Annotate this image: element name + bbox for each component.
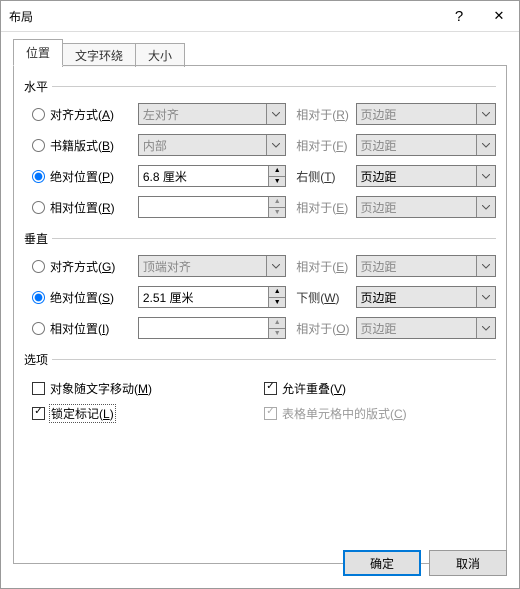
v-align-rel-combo[interactable]: 页边距 bbox=[356, 255, 496, 277]
v-align-label: 对齐方式(G) bbox=[50, 258, 115, 275]
v-rel-label: 相对位置(I) bbox=[50, 320, 109, 337]
section-options-label: 选项 bbox=[24, 351, 48, 368]
v-abs-rel-combo[interactable]: 页边距 bbox=[356, 286, 496, 308]
checkbox-icon bbox=[32, 382, 45, 395]
tab-size[interactable]: 大小 bbox=[135, 43, 185, 67]
v-rel-radio-input[interactable] bbox=[32, 322, 45, 335]
v-align-radio[interactable]: 对齐方式(G) bbox=[24, 258, 138, 275]
section-options: 选项 bbox=[24, 351, 496, 368]
spinner-buttons[interactable]: ▲▼ bbox=[268, 318, 285, 338]
h-rel-label: 相对位置(R) bbox=[50, 199, 115, 216]
h-book-radio-input[interactable] bbox=[32, 139, 45, 152]
section-horizontal: 水平 bbox=[24, 78, 496, 95]
h-align-radio-input[interactable] bbox=[32, 108, 45, 121]
close-button[interactable]: ✕ bbox=[479, 2, 519, 30]
section-horizontal-label: 水平 bbox=[24, 78, 48, 95]
opt-layout-in-cell-label: 表格单元格中的版式(C) bbox=[282, 405, 407, 422]
checkbox-icon bbox=[264, 382, 277, 395]
h-align-rel-label: 相对于(R) bbox=[286, 106, 355, 123]
h-book-label: 书籍版式(B) bbox=[50, 137, 114, 154]
h-rel-radio[interactable]: 相对位置(R) bbox=[24, 199, 138, 216]
opt-allow-overlap-label: 允许重叠(V) bbox=[282, 380, 346, 397]
titlebar: 布局 ? ✕ bbox=[1, 1, 519, 32]
tab-page-position: 水平 对齐方式(A) 左对齐 相对于(R) 页边距 bbox=[13, 66, 507, 564]
h-book-rel-label: 相对于(F) bbox=[286, 137, 355, 154]
chevron-down-icon bbox=[476, 104, 495, 124]
tab-position[interactable]: 位置 bbox=[13, 39, 63, 66]
tab-text-wrap[interactable]: 文字环绕 bbox=[62, 43, 136, 67]
chevron-down-icon bbox=[476, 318, 495, 338]
v-rel-radio[interactable]: 相对位置(I) bbox=[24, 320, 138, 337]
chevron-down-icon bbox=[266, 104, 285, 124]
h-align-radio[interactable]: 对齐方式(A) bbox=[24, 106, 138, 123]
h-align-label: 对齐方式(A) bbox=[50, 106, 114, 123]
chevron-down-icon bbox=[476, 287, 495, 307]
h-rel-rel-label: 相对于(E) bbox=[286, 199, 355, 216]
divider bbox=[52, 238, 496, 239]
checkbox-icon bbox=[264, 407, 277, 420]
window-title: 布局 bbox=[9, 8, 439, 25]
section-vertical: 垂直 bbox=[24, 230, 496, 247]
h-abs-spinner[interactable]: 6.8 厘米 ▲▼ bbox=[138, 165, 286, 187]
opt-lock-anchor-label: 锁定标记(L) bbox=[50, 405, 115, 422]
v-abs-radio[interactable]: 绝对位置(S) bbox=[24, 289, 138, 306]
v-align-radio-input[interactable] bbox=[32, 260, 45, 273]
v-rel-spinner[interactable]: ▲▼ bbox=[138, 317, 286, 339]
chevron-down-icon bbox=[476, 197, 495, 217]
h-align-rel-combo[interactable]: 页边距 bbox=[356, 103, 496, 125]
h-abs-rel-label: 右侧(T) bbox=[286, 168, 355, 185]
opt-layout-in-cell: 表格单元格中的版式(C) bbox=[264, 402, 496, 424]
layout-dialog: 布局 ? ✕ 位置 文字环绕 大小 水平 对齐方式(A) bbox=[0, 0, 520, 589]
h-abs-rel-combo[interactable]: 页边距 bbox=[356, 165, 496, 187]
chevron-down-icon bbox=[266, 256, 285, 276]
h-align-combo[interactable]: 左对齐 bbox=[138, 103, 286, 125]
chevron-down-icon bbox=[476, 256, 495, 276]
h-book-radio[interactable]: 书籍版式(B) bbox=[24, 137, 138, 154]
help-button[interactable]: ? bbox=[439, 2, 479, 30]
opt-lock-anchor[interactable]: 锁定标记(L) bbox=[32, 402, 264, 424]
cancel-button[interactable]: 取消 bbox=[429, 550, 507, 576]
opt-move-with-text[interactable]: 对象随文字移动(M) bbox=[32, 377, 264, 399]
ok-button[interactable]: 确定 bbox=[343, 550, 421, 576]
dialog-footer: 确定 取消 bbox=[343, 550, 507, 576]
v-align-rel-label: 相对于(E) bbox=[286, 258, 355, 275]
v-rel-rel-combo[interactable]: 页边距 bbox=[356, 317, 496, 339]
dialog-content: 位置 文字环绕 大小 水平 对齐方式(A) 左对齐 相对于(R) bbox=[1, 32, 519, 588]
spinner-buttons[interactable]: ▲▼ bbox=[268, 287, 285, 307]
h-abs-label: 绝对位置(P) bbox=[50, 168, 114, 185]
h-book-rel-combo[interactable]: 页边距 bbox=[356, 134, 496, 156]
spinner-buttons[interactable]: ▲▼ bbox=[268, 166, 285, 186]
section-vertical-label: 垂直 bbox=[24, 230, 48, 247]
v-align-combo[interactable]: 顶端对齐 bbox=[138, 255, 286, 277]
h-abs-radio-input[interactable] bbox=[32, 170, 45, 183]
v-abs-spinner[interactable]: 2.51 厘米 ▲▼ bbox=[138, 286, 286, 308]
v-abs-rel-label: 下侧(W) bbox=[286, 289, 355, 306]
checkbox-icon bbox=[32, 407, 45, 420]
spinner-buttons[interactable]: ▲▼ bbox=[268, 197, 285, 217]
h-book-combo[interactable]: 内部 bbox=[138, 134, 286, 156]
h-rel-spinner[interactable]: ▲▼ bbox=[138, 196, 286, 218]
v-abs-label: 绝对位置(S) bbox=[50, 289, 114, 306]
h-rel-radio-input[interactable] bbox=[32, 201, 45, 214]
divider bbox=[52, 359, 496, 360]
v-abs-radio-input[interactable] bbox=[32, 291, 45, 304]
chevron-down-icon bbox=[266, 135, 285, 155]
tab-strip: 位置 文字环绕 大小 bbox=[13, 40, 507, 66]
opt-move-with-text-label: 对象随文字移动(M) bbox=[50, 380, 152, 397]
chevron-down-icon bbox=[476, 135, 495, 155]
chevron-down-icon bbox=[476, 166, 495, 186]
v-rel-rel-label: 相对于(O) bbox=[286, 320, 355, 337]
h-rel-rel-combo[interactable]: 页边距 bbox=[356, 196, 496, 218]
divider bbox=[52, 86, 496, 87]
h-abs-radio[interactable]: 绝对位置(P) bbox=[24, 168, 138, 185]
opt-allow-overlap[interactable]: 允许重叠(V) bbox=[264, 377, 496, 399]
